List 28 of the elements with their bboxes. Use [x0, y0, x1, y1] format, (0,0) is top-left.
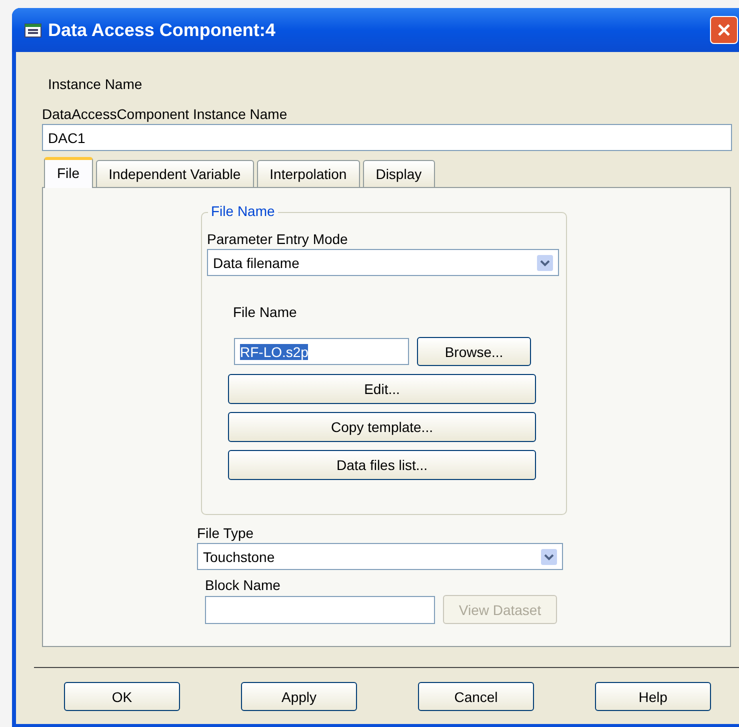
- action-button[interactable]: Copy template...: [228, 412, 536, 442]
- field-label: DataAccessComponent Instance Name: [42, 105, 288, 124]
- browse-button[interactable]: Browse...: [417, 337, 531, 366]
- dialog-button[interactable]: OK: [64, 682, 180, 711]
- window-title: Data Access Component:4: [48, 20, 276, 40]
- instance-name-field[interactable]: DAC1: [42, 124, 732, 151]
- action-button[interactable]: Edit...: [228, 374, 536, 404]
- file-name-field[interactable]: RF-LO.s2p: [234, 338, 409, 365]
- tab[interactable]: Independent Variable: [96, 160, 254, 187]
- tab[interactable]: Display: [362, 160, 435, 187]
- tab[interactable]: Interpolation: [256, 160, 360, 187]
- field-label: Parameter Entry Mode: [207, 230, 349, 249]
- group-title: File Name: [208, 203, 278, 219]
- dialog-button[interactable]: Help: [595, 682, 711, 711]
- field-label: Block Name: [205, 576, 282, 595]
- section-heading: Instance Name: [48, 76, 144, 94]
- action-button[interactable]: Data files list...: [228, 450, 536, 480]
- dialog-button[interactable]: Cancel: [418, 682, 534, 711]
- field-label: File Type: [197, 524, 255, 543]
- close-icon: [716, 22, 732, 38]
- tab[interactable]: File: [44, 157, 93, 188]
- field-label: File Name: [233, 303, 298, 322]
- block-name-field[interactable]: [205, 596, 435, 624]
- window-icon: [24, 22, 42, 38]
- dialog-button[interactable]: Apply: [241, 682, 357, 711]
- file-type-dropdown[interactable]: Touchstone: [197, 543, 563, 570]
- mode-dropdown[interactable]: Data filename: [207, 249, 559, 276]
- close-button[interactable]: [710, 16, 738, 44]
